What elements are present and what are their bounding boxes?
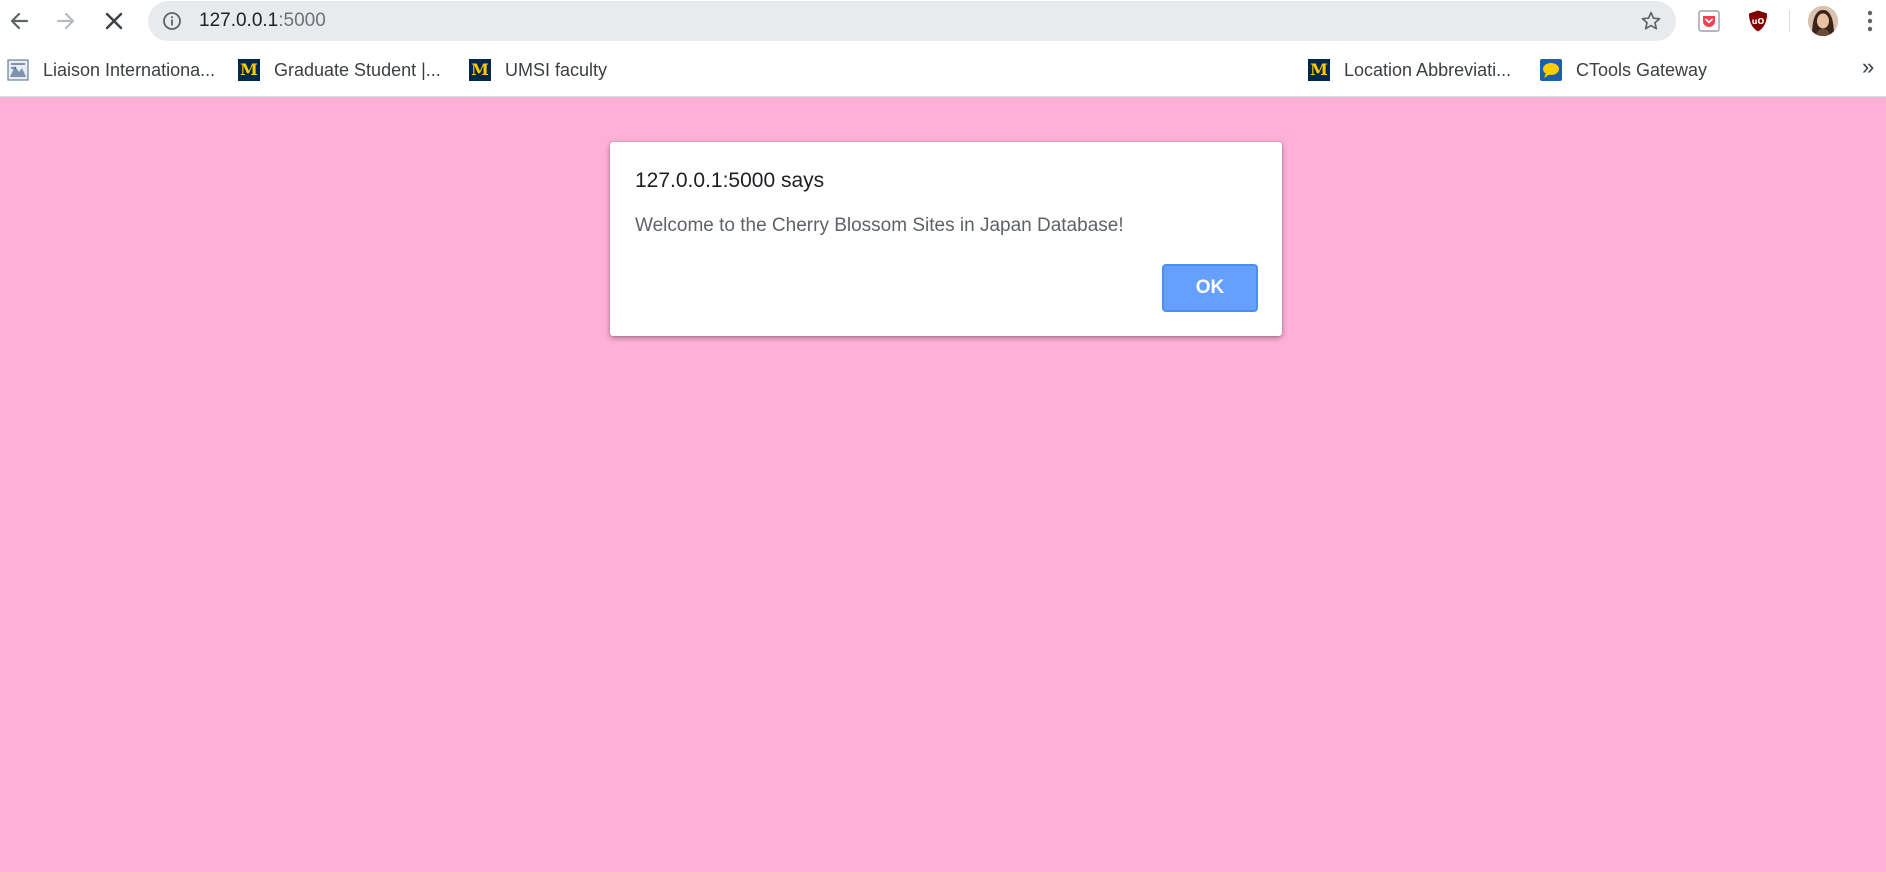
star-icon[interactable] [1640, 10, 1662, 32]
svg-text:uO: uO [1752, 17, 1765, 26]
page-content: 127.0.0.1:5000 says Welcome to the Cherr… [0, 97, 1886, 872]
ctools-chat-icon [1540, 59, 1562, 81]
bookmark-graduate-student[interactable]: M Graduate Student |... [238, 56, 441, 84]
alert-dialog: 127.0.0.1:5000 says Welcome to the Cherr… [610, 142, 1282, 336]
alert-message: Welcome to the Cherry Blossom Sites in J… [635, 215, 1124, 236]
close-icon [105, 12, 123, 30]
michigan-m-icon: M [238, 59, 260, 81]
url-port: :5000 [278, 10, 326, 31]
liaison-favicon [7, 59, 29, 81]
avatar-icon [1808, 6, 1838, 36]
michigan-m-icon: M [469, 59, 491, 81]
bookmarks-overflow-button[interactable]: » [1862, 54, 1874, 80]
bookmark-location-abbreviations[interactable]: M Location Abbreviati... [1308, 56, 1511, 84]
stop-loading-button[interactable] [97, 4, 131, 38]
info-icon[interactable] [162, 11, 182, 31]
profile-avatar[interactable] [1808, 6, 1838, 36]
bookmark-ctools-gateway[interactable]: CTools Gateway [1540, 56, 1707, 84]
kebab-menu-icon[interactable] [1863, 9, 1877, 33]
bookmark-label: Graduate Student |... [274, 59, 441, 80]
ublock-origin-icon[interactable]: uO [1746, 9, 1770, 33]
bookmark-label: Liaison Internationa... [43, 59, 216, 80]
pocket-icon[interactable] [1697, 9, 1721, 33]
forward-button[interactable] [49, 4, 83, 38]
address-bar[interactable]: 127.0.0.1:5000 [148, 1, 1676, 41]
back-button[interactable] [2, 4, 36, 38]
toolbar-separator [1789, 10, 1790, 32]
arrow-left-icon [10, 12, 29, 30]
bookmark-liaison-international[interactable]: Liaison Internationa... [7, 56, 215, 84]
bookmark-umsi-faculty[interactable]: M UMSI faculty [469, 56, 607, 84]
browser-toolbar: 127.0.0.1:5000 uO [0, 0, 1886, 42]
bookmark-label: CTools Gateway [1576, 59, 1708, 80]
michigan-m-icon: M [1308, 59, 1330, 81]
url-host: 127.0.0.1 [199, 10, 279, 31]
arrow-right-icon [56, 12, 75, 30]
bookmarks-bar: Liaison Internationa... M Graduate Stude… [0, 42, 1886, 97]
browser-window: 127.0.0.1:5000 uO Liaison Internationa..… [0, 0, 1886, 872]
bookmark-label: UMSI faculty [505, 59, 608, 80]
alert-title: 127.0.0.1:5000 says [635, 169, 825, 192]
bookmark-label: Location Abbreviati... [1344, 59, 1512, 80]
url-text[interactable]: 127.0.0.1:5000 [199, 10, 326, 32]
ok-button[interactable]: OK [1162, 264, 1258, 312]
